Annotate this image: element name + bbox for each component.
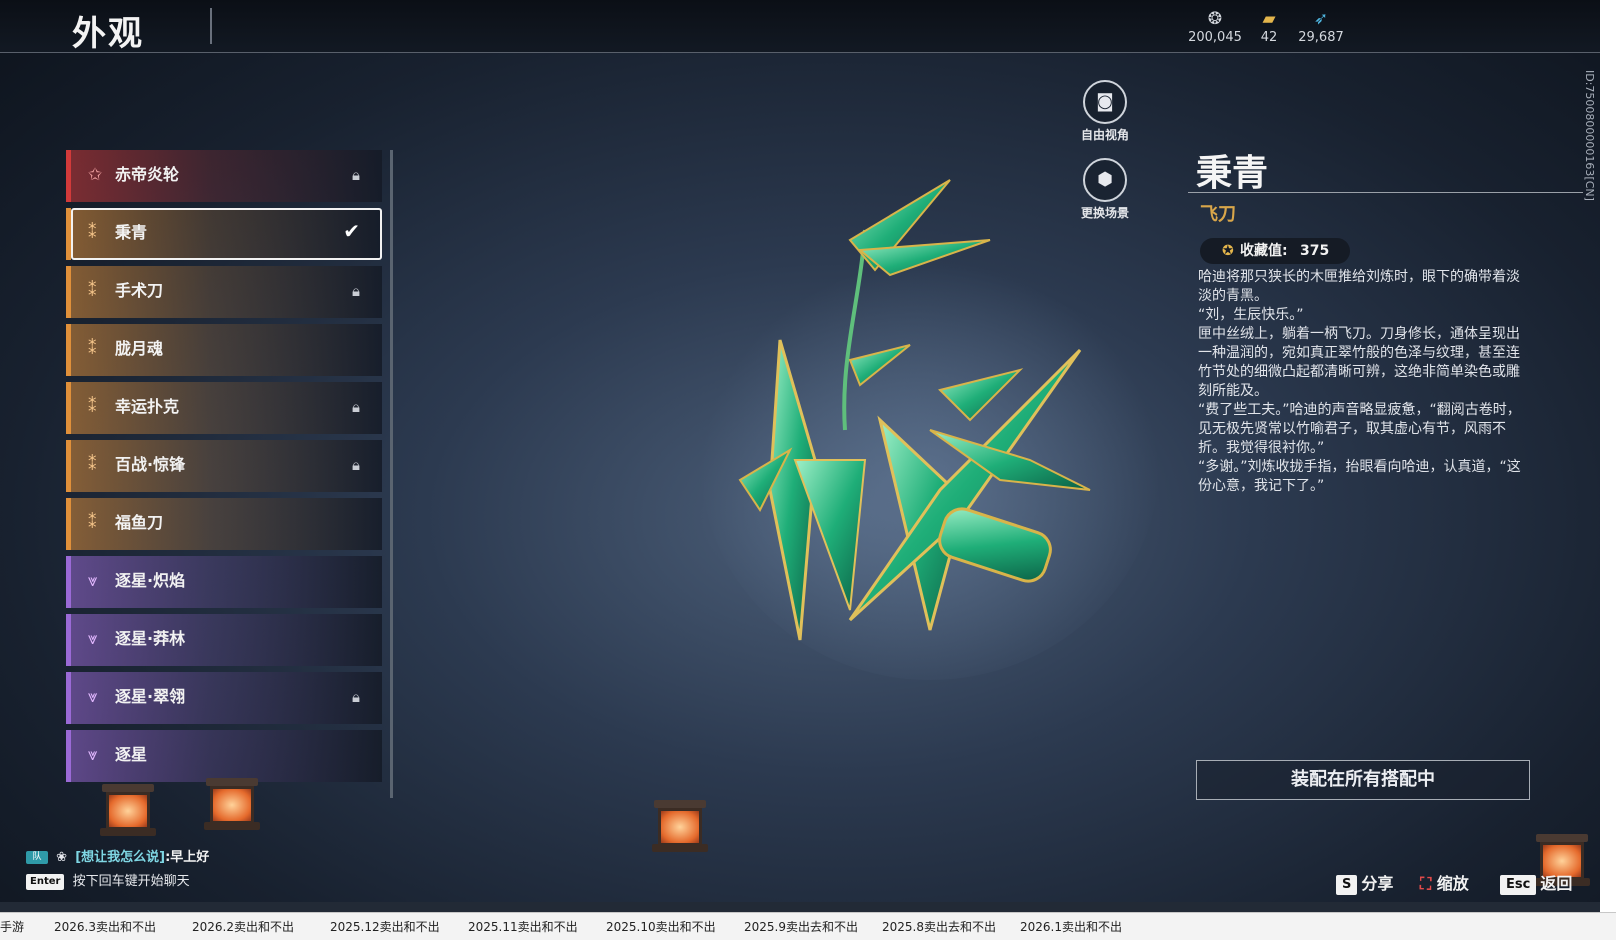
skin-item[interactable]: ⁑ 百战·惊锋 🔒︎ xyxy=(66,440,382,492)
chat-message: :早上好 xyxy=(165,850,210,865)
skin-item[interactable]: ⁑ 胧月魂 xyxy=(66,324,382,376)
skin-item-label: 逐星·翠翎 xyxy=(115,687,186,706)
title-divider xyxy=(210,8,212,44)
top-bar: 外观 ❂ 200,045 ▰ 42 ➶ 29,687 xyxy=(0,0,1600,54)
skin-item[interactable]: ⩔ 逐星·翠翎 🔒︎ xyxy=(66,672,382,724)
chat-line[interactable]: 队 ❀ [想让我怎么说]:早上好 xyxy=(26,846,209,865)
change-scene-button[interactable]: ⬢ 更换场景 xyxy=(1060,158,1150,221)
sheet-tab[interactable]: 2025.9卖出去和不出 xyxy=(744,918,858,935)
skin-item[interactable]: ⩔ 逐星·莽林 xyxy=(66,614,382,666)
rarity-icon: ⩔ xyxy=(88,745,98,765)
sheet-tab[interactable]: 手游 xyxy=(0,918,24,935)
sheet-tab[interactable]: 2026.2卖出和不出 xyxy=(192,918,294,935)
skin-item[interactable]: ✩ 赤帝炎轮 🔒︎ xyxy=(66,150,382,202)
rarity-icon: ⁑ xyxy=(88,281,97,301)
skin-name: 秉青 xyxy=(1196,153,1269,194)
rarity-icon: ⁑ xyxy=(88,513,97,533)
rarity-icon: ⁑ xyxy=(88,339,97,359)
sheet-tab[interactable]: 2025.11卖出和不出 xyxy=(468,918,578,935)
currency-value: 42 xyxy=(1260,30,1278,45)
spreadsheet-peek xyxy=(0,902,1600,912)
title-underline xyxy=(1188,192,1583,193)
rarity-icon: ⁑ xyxy=(88,223,97,243)
sheet-tab[interactable]: 2026.3卖出和不出 xyxy=(54,918,156,935)
lock-icon: 🔒︎ xyxy=(352,282,360,300)
check-icon: ✔ xyxy=(343,219,360,243)
page-title: 外观 xyxy=(72,14,144,54)
feather-icon: ➶ xyxy=(1313,9,1329,29)
lantern-decoration xyxy=(200,778,264,830)
skin-item[interactable]: ⁑ 秉青 ✔ xyxy=(66,208,382,260)
rarity-icon: ⁑ xyxy=(88,397,97,417)
window-side-strip xyxy=(1600,0,1616,939)
skin-item-label: 手术刀 xyxy=(115,281,164,300)
skin-item[interactable]: ⁑ 手术刀 🔒︎ xyxy=(66,266,382,318)
skin-item-label: 秉青 xyxy=(115,223,148,242)
skin-list-scrollbar[interactable] xyxy=(390,150,393,798)
skin-item[interactable]: ⁑ 福鱼刀 xyxy=(66,498,382,550)
chat-channel: [想让我怎么说] xyxy=(75,850,166,865)
lock-icon: 🔒︎ xyxy=(352,688,360,706)
skin-item-label: 逐星 xyxy=(115,745,148,764)
mouse-wheel-icon: ⛶ xyxy=(1420,874,1432,893)
skin-item-label: 百战·惊锋 xyxy=(115,455,186,474)
back-hotkey[interactable]: Esc 返回 xyxy=(1500,870,1572,895)
lock-icon: 🔒︎ xyxy=(352,166,360,184)
skin-item-label: 逐星·莽林 xyxy=(115,629,186,648)
lotus-icon: ❀ xyxy=(56,850,68,865)
rarity-icon: ⩔ xyxy=(88,687,98,707)
rarity-icon: ⩔ xyxy=(88,629,98,649)
weapon-preview[interactable] xyxy=(700,160,1160,680)
enter-key: Enter xyxy=(26,873,65,890)
skin-item-label: 胧月魂 xyxy=(115,339,164,358)
skin-item-label: 逐星·炽焰 xyxy=(115,571,186,590)
rarity-icon: ⩔ xyxy=(88,571,98,591)
lantern-decoration xyxy=(96,784,160,836)
skin-description: 哈迪将那只狭长的木匣推给刘炼时，眼下的确带着淡淡的青黑。 “刘，生辰快乐。” 匣… xyxy=(1198,269,1521,494)
skin-item[interactable]: ⁑ 幸运扑克 🔒︎ xyxy=(66,382,382,434)
equip-all-button[interactable]: 装配在所有搭配中 xyxy=(1196,760,1530,800)
team-tag: 队 xyxy=(26,851,48,864)
collection-badge: ✪ 收藏值: 375 xyxy=(1200,238,1350,264)
skin-item-label: 福鱼刀 xyxy=(115,513,164,532)
share-hotkey[interactable]: S 分享 xyxy=(1336,870,1393,895)
player-id: ID:7500800000163[CN] xyxy=(1583,70,1596,201)
skin-item-label: 幸运扑克 xyxy=(115,397,180,416)
collection-icon: ✪ xyxy=(1222,243,1234,259)
skin-list: ✩ 赤帝炎轮 🔒︎ ⁑ 秉青 ✔ ⁑ 手术刀 🔒︎ ⁑ 胧月魂 ⁑ 幸运扑克 🔒︎ ⁑ 百战·惊锋 🔒︎ ⁑ 福鱼刀… xyxy=(66,150,386,800)
sheet-tab[interactable]: 2026.1卖出和不出 xyxy=(1020,918,1122,935)
free-view-button[interactable]: ◙ 自由视角 xyxy=(1060,80,1150,143)
skin-item-label: 赤帝炎轮 xyxy=(115,165,180,184)
skin-item[interactable]: ⩔ 逐星 xyxy=(66,730,382,782)
weapon-type: 飞刀 xyxy=(1200,204,1236,225)
currency-feathers: ➶ 29,687 xyxy=(1286,10,1356,45)
sheet-tab[interactable]: 2025.12卖出和不出 xyxy=(330,918,440,935)
skin-item[interactable]: ⩔ 逐星·炽焰 xyxy=(66,556,382,608)
lock-icon: 🔒︎ xyxy=(352,398,360,416)
spreadsheet-tab-bar: 手游 2026.3卖出和不出 2026.2卖出和不出 2025.12卖出和不出 2025… xyxy=(0,912,1616,940)
rarity-icon: ✩ xyxy=(88,165,103,185)
lock-icon: 🔒︎ xyxy=(352,456,360,474)
sheet-tab[interactable]: 2025.10卖出和不出 xyxy=(606,918,716,935)
lantern-decoration xyxy=(648,800,712,852)
chat-hint: Enter 按下回车键开始聊天 xyxy=(26,870,190,890)
camera-icon: ◙ xyxy=(1083,80,1127,124)
currency-value: 29,687 xyxy=(1298,30,1344,45)
rarity-icon: ⁑ xyxy=(88,455,97,475)
sheet-tab[interactable]: 2025.8卖出去和不出 xyxy=(882,918,996,935)
zoom-hotkey[interactable]: ⛶ 缩放 xyxy=(1420,870,1469,894)
cube-icon: ⬢ xyxy=(1083,158,1127,202)
